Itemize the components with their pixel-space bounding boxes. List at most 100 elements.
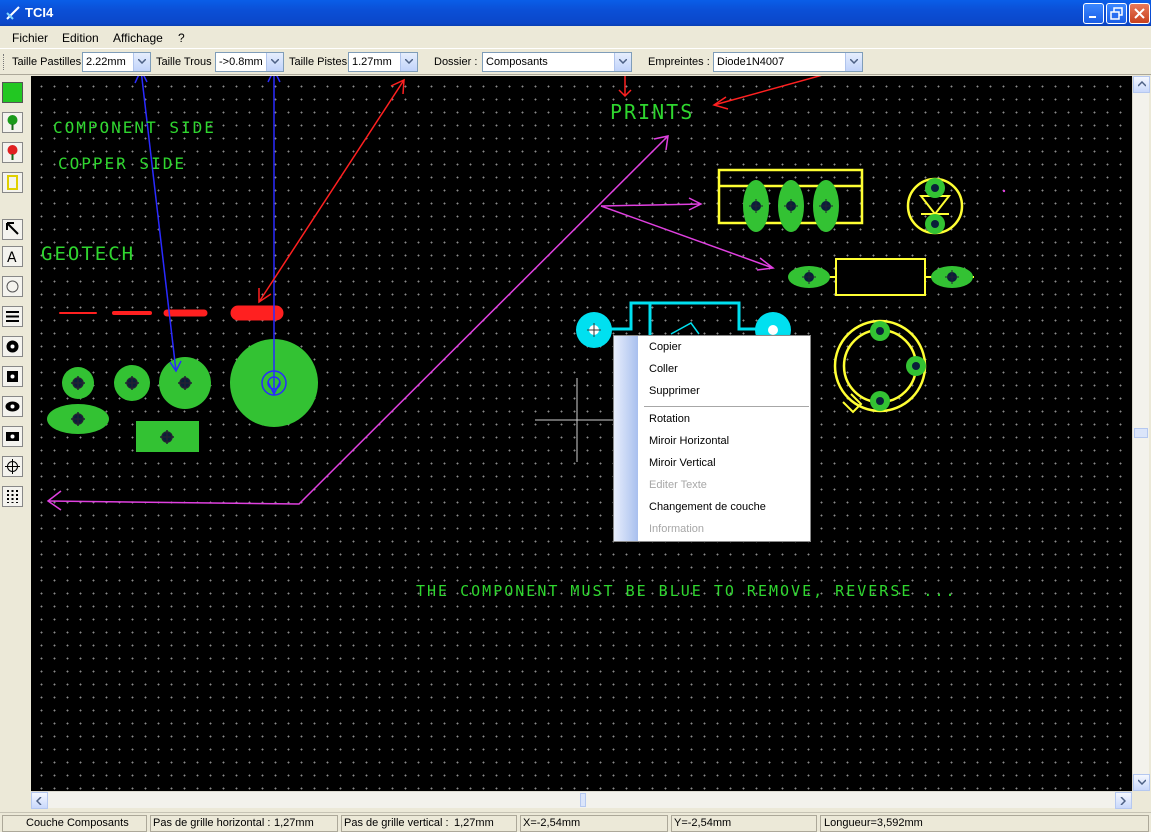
layer-green-icon[interactable] [2,82,23,103]
chevron-right-icon [1120,797,1126,805]
window-title: TCI4 [25,5,54,20]
label-prints: PRINTS [610,100,695,124]
app-icon [6,6,20,20]
folder-value: Composants [486,56,548,68]
yellow-footprint-sip3 [717,168,864,232]
component-pad-icon[interactable] [2,112,23,133]
holes-size-dropdown-button[interactable] [266,53,283,71]
vertical-scrollbar[interactable] [1132,76,1150,791]
chevron-down-icon [850,59,858,64]
vertical-scroll-thumb[interactable] [1134,428,1148,438]
toolbar-grip[interactable] [3,54,6,70]
label-geotech: GEOTECH [41,243,136,265]
footprints-value: Diode1N4007 [717,56,785,68]
menu-item-copier[interactable]: Copier [649,341,681,353]
rect-pad-icon[interactable] [2,426,23,447]
chevron-down-icon [619,59,627,64]
menu-fichier[interactable]: Fichier [12,31,48,45]
holes-size-select[interactable]: ->0.8mm [215,52,284,72]
footprints-dropdown-button[interactable] [845,53,862,71]
chevron-down-icon [138,59,146,64]
status-hgrid-label: Pas de grille horizontal : [153,817,271,829]
menu-item-supprimer[interactable]: Supprimer [649,385,700,397]
holes-size-value: ->0.8mm [219,56,263,68]
chevron-down-icon [1138,779,1146,785]
menu-item-editer-texte: Editer Texte [649,479,707,491]
menu-item-miroir-horizontal[interactable]: Miroir Horizontal [649,435,729,447]
app-window: TCI4 Fichier Edition Affichage ? Taille … [0,0,1151,832]
status-vgrid-value: 1,27mm [454,817,494,829]
context-menu-separator [644,406,809,407]
menu-edition[interactable]: Edition [62,31,99,45]
round-pad-icon[interactable] [2,336,23,357]
chevron-down-icon [405,59,413,64]
chevron-up-icon [1138,81,1146,87]
tracks-size-label: Taille Pistes [289,56,348,68]
label-component-side: COMPONENT SIDE [53,118,216,137]
square-pad-icon[interactable] [2,366,23,387]
connector-icon[interactable] [2,486,23,507]
status-y-coordinate: Y=-2,54mm [674,817,732,829]
close-button[interactable] [1129,3,1150,24]
yellow-footprint-to5 [833,319,927,414]
target-icon[interactable] [2,456,23,477]
pcb-drawing [46,76,1006,511]
close-icon [1134,8,1145,19]
pads-size-dropdown-button[interactable] [133,53,150,71]
tracks-size-dropdown-button[interactable] [400,53,417,71]
minimize-icon [1089,16,1096,18]
title-bar: TCI4 [0,0,1151,26]
label-copper-side: COPPER SIDE [58,154,186,173]
folder-label: Dossier : [434,56,478,68]
footprints-label: Empreintes : [648,56,710,68]
copper-pad-icon[interactable] [2,142,23,163]
status-hgrid-value: 1,27mm [274,817,314,829]
scroll-right-button[interactable] [1115,792,1132,809]
pcb-canvas[interactable]: COMPONENT SIDE COPPER SIDE GEOTECH PRINT… [31,76,1132,791]
track-icon[interactable] [2,306,23,327]
horizontal-scroll-thumb[interactable] [580,793,586,807]
menu-item-information: Information [649,523,705,535]
folder-dropdown-button[interactable] [614,53,631,71]
pads-size-label: Taille Pastilles [12,56,82,68]
tracks-size-select[interactable]: 1.27mm [348,52,418,72]
status-bar: Couche Composants Pas de grille horizont… [0,812,1151,832]
menu-item-rotation[interactable]: Rotation [649,413,690,425]
minimize-button[interactable] [1083,3,1104,24]
status-vgrid-label: Pas de grille vertical : [344,817,449,829]
menu-item-miroir-vertical[interactable]: Miroir Vertical [649,457,716,469]
oval-pad-icon[interactable] [2,396,23,417]
status-x-coordinate: X=-2,54mm [523,817,581,829]
holes-size-label: Taille Trous [156,56,212,68]
horizontal-scrollbar[interactable] [31,791,1132,809]
scroll-down-button[interactable] [1133,774,1150,791]
svg-text:A: A [7,250,17,265]
menu-help[interactable]: ? [178,31,185,45]
yellow-footprint-led [906,177,1006,235]
menu-item-coller[interactable]: Coller [649,363,678,375]
scroll-left-button[interactable] [31,792,48,809]
status-length: Longueur=3,592mm [824,817,923,829]
text-icon[interactable]: A [2,246,23,267]
chevron-down-icon [271,59,279,64]
context-menu-strip [614,336,638,541]
status-layer: Couche Composants [26,817,129,829]
scroll-up-button[interactable] [1133,76,1150,93]
maximize-button[interactable] [1106,3,1127,24]
label-note: THE COMPONENT MUST BE BLUE TO REMOVE, RE… [416,582,957,600]
restore-icon [1110,7,1123,20]
pads-size-select[interactable]: 2.22mm [82,52,151,72]
menu-bar: Fichier Edition Affichage ? [0,26,1151,49]
pointer-icon[interactable] [2,219,23,240]
toolbar: Taille Pastilles 2.22mm Taille Trous ->0… [0,49,1151,75]
chevron-left-icon [36,797,42,805]
select-layer-icon[interactable] [2,172,23,193]
context-menu: Copier Coller Supprimer Rotation Miroir … [613,335,811,542]
tool-palette: A [0,76,30,792]
folder-select[interactable]: Composants [482,52,632,72]
circle-icon[interactable] [2,276,23,297]
pads-size-value: 2.22mm [86,56,126,68]
footprints-select[interactable]: Diode1N4007 [713,52,863,72]
menu-affichage[interactable]: Affichage [113,31,163,45]
menu-item-changement-de-couche[interactable]: Changement de couche [649,501,766,513]
